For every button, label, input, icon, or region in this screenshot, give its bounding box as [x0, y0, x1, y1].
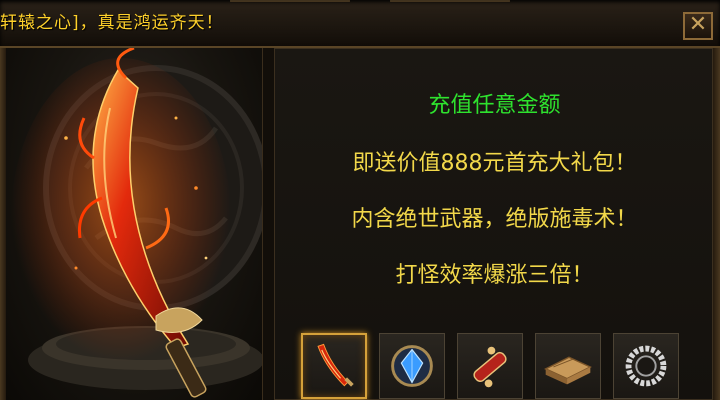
announcement-text: 轩辕之心]，真是鸿运齐天！ — [0, 13, 224, 33]
banner-ornament-left — [230, 0, 350, 26]
frame-right-edge — [713, 48, 720, 400]
offer-headline: 充值任意金额 — [428, 93, 561, 118]
close-button[interactable]: ✕ — [683, 12, 713, 40]
reward-slot-gem[interactable] — [379, 333, 445, 399]
scroll-icon — [473, 346, 507, 388]
banner-ornament-right — [390, 0, 510, 26]
blue-gem-icon — [391, 345, 433, 387]
reward-slot-scroll[interactable] — [457, 333, 523, 399]
offer-line-weapon: 内含绝世武器，绝版施毒术！ — [351, 207, 638, 232]
reward-slot-ring[interactable] — [613, 333, 679, 399]
flaming-sword-illustration — [11, 48, 262, 398]
flame-sword-icon — [317, 343, 354, 387]
offer-line-efficiency: 打怪效率爆涨三倍！ — [395, 263, 594, 288]
book-icon — [544, 356, 592, 385]
ring-icon — [625, 345, 667, 387]
top-banner: 轩辕之心]，真是鸿运齐天！ ✕ — [0, 0, 720, 48]
reward-slot-book[interactable] — [535, 333, 601, 399]
reward-slot-sword[interactable] — [301, 333, 367, 399]
offer-info-panel: 充值任意金额 即送价值888元首充大礼包！ 内含绝世武器，绝版施毒术！ 打怪效率… — [274, 48, 713, 400]
weapon-artwork-panel — [6, 48, 263, 400]
offer-line-gift-pack: 即送价值888元首充大礼包！ — [352, 151, 637, 176]
